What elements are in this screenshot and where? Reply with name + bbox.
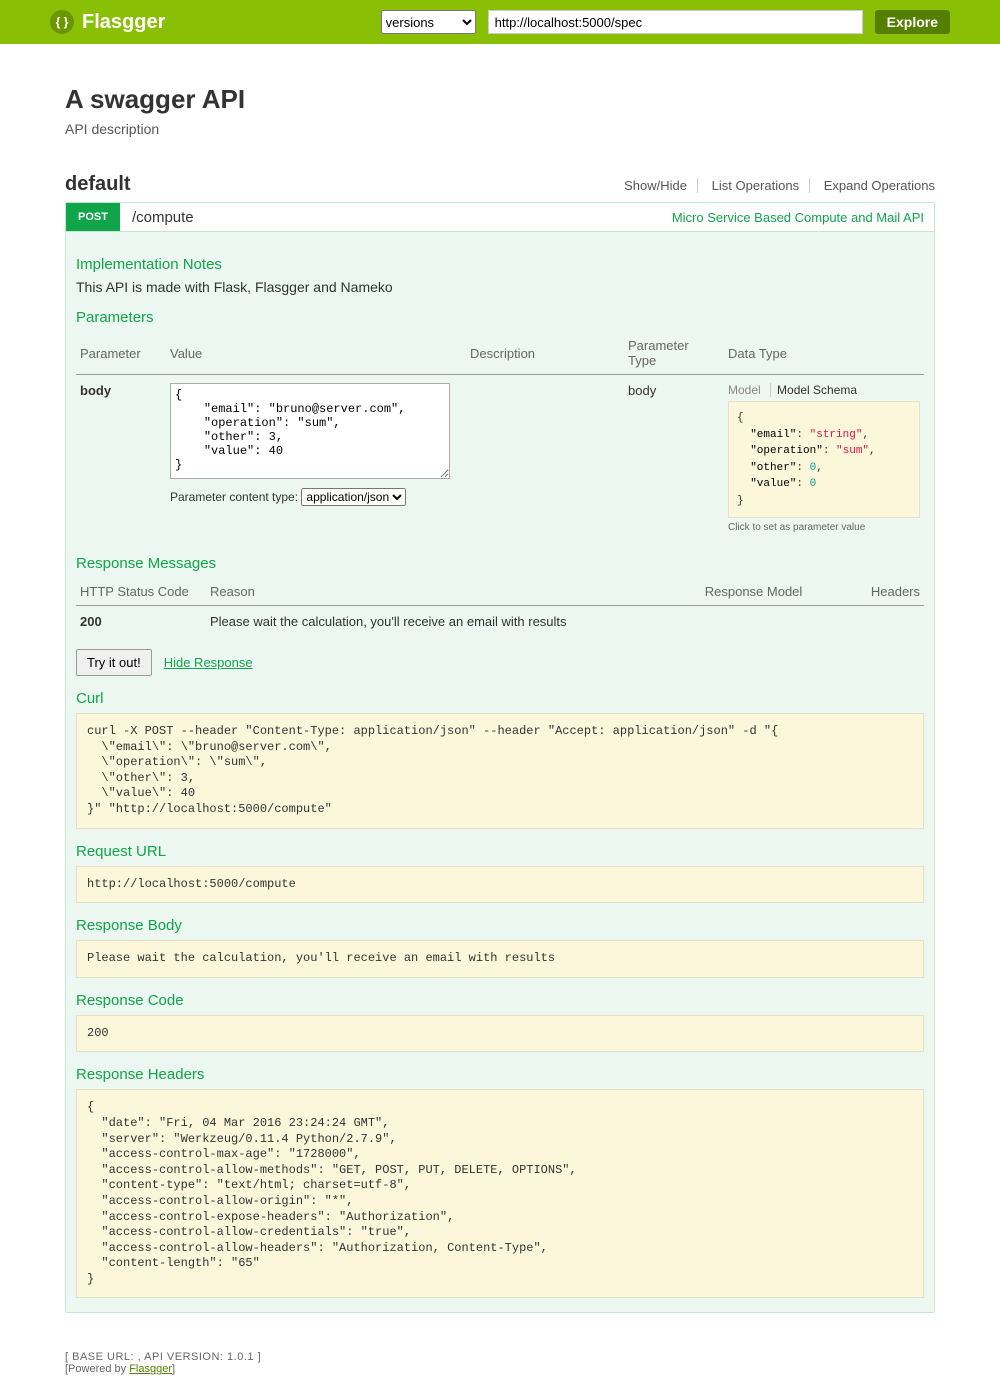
model-schema-box[interactable]: { "email": "string", "operation": "sum",…	[728, 401, 920, 518]
brand[interactable]: { } Flasgger	[50, 10, 165, 34]
base-url-line: [ BASE URL: , API VERSION: 1.0.1 ]	[65, 1351, 935, 1363]
param-type: body	[624, 375, 724, 542]
show-hide-link[interactable]: Show/Hide	[614, 178, 698, 193]
flasgger-logo-icon: { }	[50, 10, 74, 34]
col-dtype: Data Type	[724, 332, 924, 375]
brand-text: Flasgger	[82, 11, 165, 34]
impl-notes: This API is made with Flask, Flasgger an…	[76, 279, 924, 295]
parameters-title: Parameters	[76, 309, 924, 326]
col-ptype: Parameter Type	[624, 332, 724, 375]
col-status-code: HTTP Status Code	[76, 578, 206, 606]
col-parameter: Parameter	[76, 332, 166, 375]
flasgger-link[interactable]: Flasgger	[129, 1363, 172, 1375]
model-tab[interactable]: Model	[728, 383, 761, 397]
response-code-output: 200	[76, 1015, 924, 1053]
response-row: 200 Please wait the calculation, you'll …	[76, 606, 924, 638]
parameters-table: Parameter Value Description Parameter Ty…	[76, 332, 924, 541]
response-code-title: Response Code	[76, 992, 924, 1009]
operation-block: POST /compute Micro Service Based Comput…	[65, 202, 935, 1313]
http-method-badge: POST	[66, 203, 120, 231]
list-operations-link[interactable]: List Operations	[702, 178, 810, 193]
request-url-title: Request URL	[76, 843, 924, 860]
param-body-textarea[interactable]: { "email": "bruno@server.com", "operatio…	[170, 383, 450, 479]
col-response-model: Response Model	[701, 578, 844, 606]
param-row: body { "email": "bruno@server.com", "ope…	[76, 375, 924, 542]
spec-url-input[interactable]	[488, 10, 863, 34]
operation-path: /compute	[120, 209, 194, 226]
response-messages-table: HTTP Status Code Reason Response Model H…	[76, 578, 924, 637]
response-messages-title: Response Messages	[76, 555, 924, 572]
model-schema-tab[interactable]: Model Schema	[770, 383, 857, 397]
curl-title: Curl	[76, 690, 924, 707]
response-body-output: Please wait the calculation, you'll rece…	[76, 940, 924, 978]
response-headers-title: Response Headers	[76, 1066, 924, 1083]
tag-name[interactable]: default	[65, 173, 131, 196]
col-description: Description	[466, 332, 624, 375]
param-content-type-label: Parameter content type:	[170, 490, 298, 504]
topbar: { } Flasgger versions Explore	[0, 0, 1000, 44]
footer: [ BASE URL: , API VERSION: 1.0.1 ] [Powe…	[65, 1351, 935, 1375]
powered-suffix: ]	[172, 1363, 175, 1375]
param-content-type-select[interactable]: application/json	[301, 488, 406, 506]
operation-header[interactable]: POST /compute Micro Service Based Comput…	[66, 203, 934, 232]
response-headers-output: { "date": "Fri, 04 Mar 2016 23:24:24 GMT…	[76, 1089, 924, 1298]
impl-notes-title: Implementation Notes	[76, 256, 924, 273]
param-name: body	[76, 375, 166, 542]
operation-summary: Micro Service Based Compute and Mail API	[672, 210, 934, 225]
request-url-output: http://localhost:5000/compute	[76, 866, 924, 904]
schema-hint: Click to set as parameter value	[728, 522, 920, 533]
response-code: 200	[76, 606, 206, 638]
api-title: A swagger API	[65, 84, 935, 115]
curl-output: curl -X POST --header "Content-Type: app…	[76, 713, 924, 829]
try-it-out-button[interactable]: Try it out!	[76, 649, 152, 676]
powered-prefix: [Powered by	[65, 1363, 129, 1375]
response-reason: Please wait the calculation, you'll rece…	[206, 606, 701, 638]
col-headers: Headers	[844, 578, 924, 606]
col-value: Value	[166, 332, 466, 375]
expand-operations-link[interactable]: Expand Operations	[814, 178, 935, 193]
tag-header: default Show/Hide List Operations Expand…	[65, 173, 935, 196]
versions-select[interactable]: versions	[381, 10, 476, 34]
hide-response-link[interactable]: Hide Response	[164, 655, 253, 670]
api-description: API description	[65, 121, 935, 137]
col-reason: Reason	[206, 578, 701, 606]
explore-button[interactable]: Explore	[875, 10, 950, 34]
response-body-title: Response Body	[76, 917, 924, 934]
